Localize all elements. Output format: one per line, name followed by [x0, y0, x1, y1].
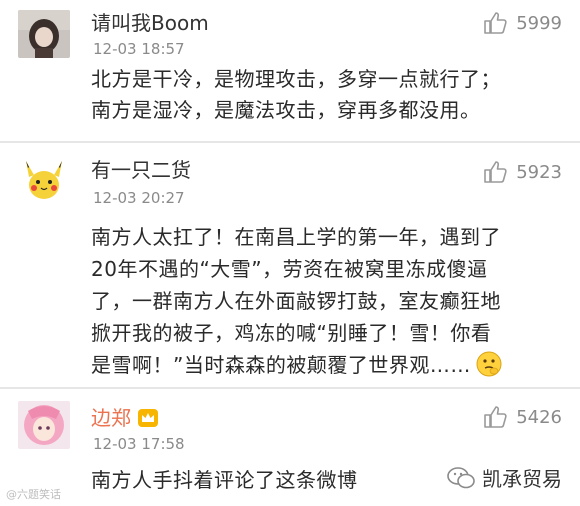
comment-item: 边郑 12-03 17:58 5426 南方人手抖着评论了这条微博 凯承贸易 — [0, 389, 580, 506]
like-count: 5923 — [516, 161, 562, 183]
thumbs-up-icon — [484, 161, 507, 183]
comment-item: 有一只二货 12-03 20:27 5923 南方人太扛了！在南昌上学的第一年，… — [0, 143, 580, 386]
like-count: 5426 — [516, 406, 562, 428]
username-text: 边郑 — [91, 406, 131, 430]
brand-label: 凯承贸易 — [482, 467, 562, 491]
wechat-icon — [447, 466, 475, 488]
username[interactable]: 请叫我Boom — [91, 7, 209, 36]
timestamp: 12-03 18:57 — [93, 40, 185, 58]
comment-line: 20年不遇的“大雪”，劳资在被窝里冻成傻逼 — [91, 257, 488, 281]
comment-line: 北方是干冷，是物理攻击，多穿一点就行了； — [91, 67, 501, 91]
thumbs-up-icon — [484, 12, 507, 34]
username[interactable]: 有一只二货 — [91, 154, 191, 183]
comment-item: 请叫我Boom 12-03 18:57 5999 北方是干冷，是物理攻击，多穿一… — [0, 0, 580, 141]
comment-line: 是雪啊！”当时森森的被颠覆了世界观…… — [91, 353, 471, 377]
wechat-brand: 凯承贸易 — [446, 463, 562, 492]
comment-line: 了，一群南方人在外面敲锣打鼓，室友癫狂地 — [91, 289, 501, 313]
like-button[interactable]: 5426 — [482, 404, 562, 430]
comment-line: 掀开我的被子，鸡冻的喊“别睡了！雪！你看 — [91, 321, 492, 345]
thinking-emoji-icon — [476, 351, 502, 377]
like-button[interactable]: 5923 — [482, 159, 562, 185]
comment-text: 北方是干冷，是物理攻击，多穿一点就行了； 南方是湿冷，是魔法攻击，穿再多都没用。 — [91, 64, 561, 126]
timestamp: 12-03 20:27 — [93, 189, 185, 207]
timestamp: 12-03 17:58 — [93, 435, 185, 453]
vip-crown-icon[interactable] — [137, 408, 159, 428]
comment-line: 南方是湿冷，是魔法攻击，穿再多都没用。 — [91, 98, 481, 122]
comment-line: 南方人太扛了！在南昌上学的第一年，遇到了 — [91, 225, 501, 249]
comment-text: 南方人太扛了！在南昌上学的第一年，遇到了 20年不遇的“大雪”，劳资在被窝里冻成… — [91, 221, 561, 381]
comment-line-last: 是雪啊！”当时森森的被颠覆了世界观…… — [91, 349, 561, 381]
thumbs-up-icon — [484, 406, 507, 428]
username[interactable]: 边郑 — [91, 402, 159, 431]
avatar[interactable] — [18, 401, 70, 449]
like-count: 5999 — [516, 12, 562, 34]
like-button[interactable]: 5999 — [482, 10, 562, 36]
watermark: @六题笑话 — [6, 488, 61, 501]
avatar[interactable] — [18, 10, 70, 58]
avatar[interactable] — [18, 155, 70, 203]
